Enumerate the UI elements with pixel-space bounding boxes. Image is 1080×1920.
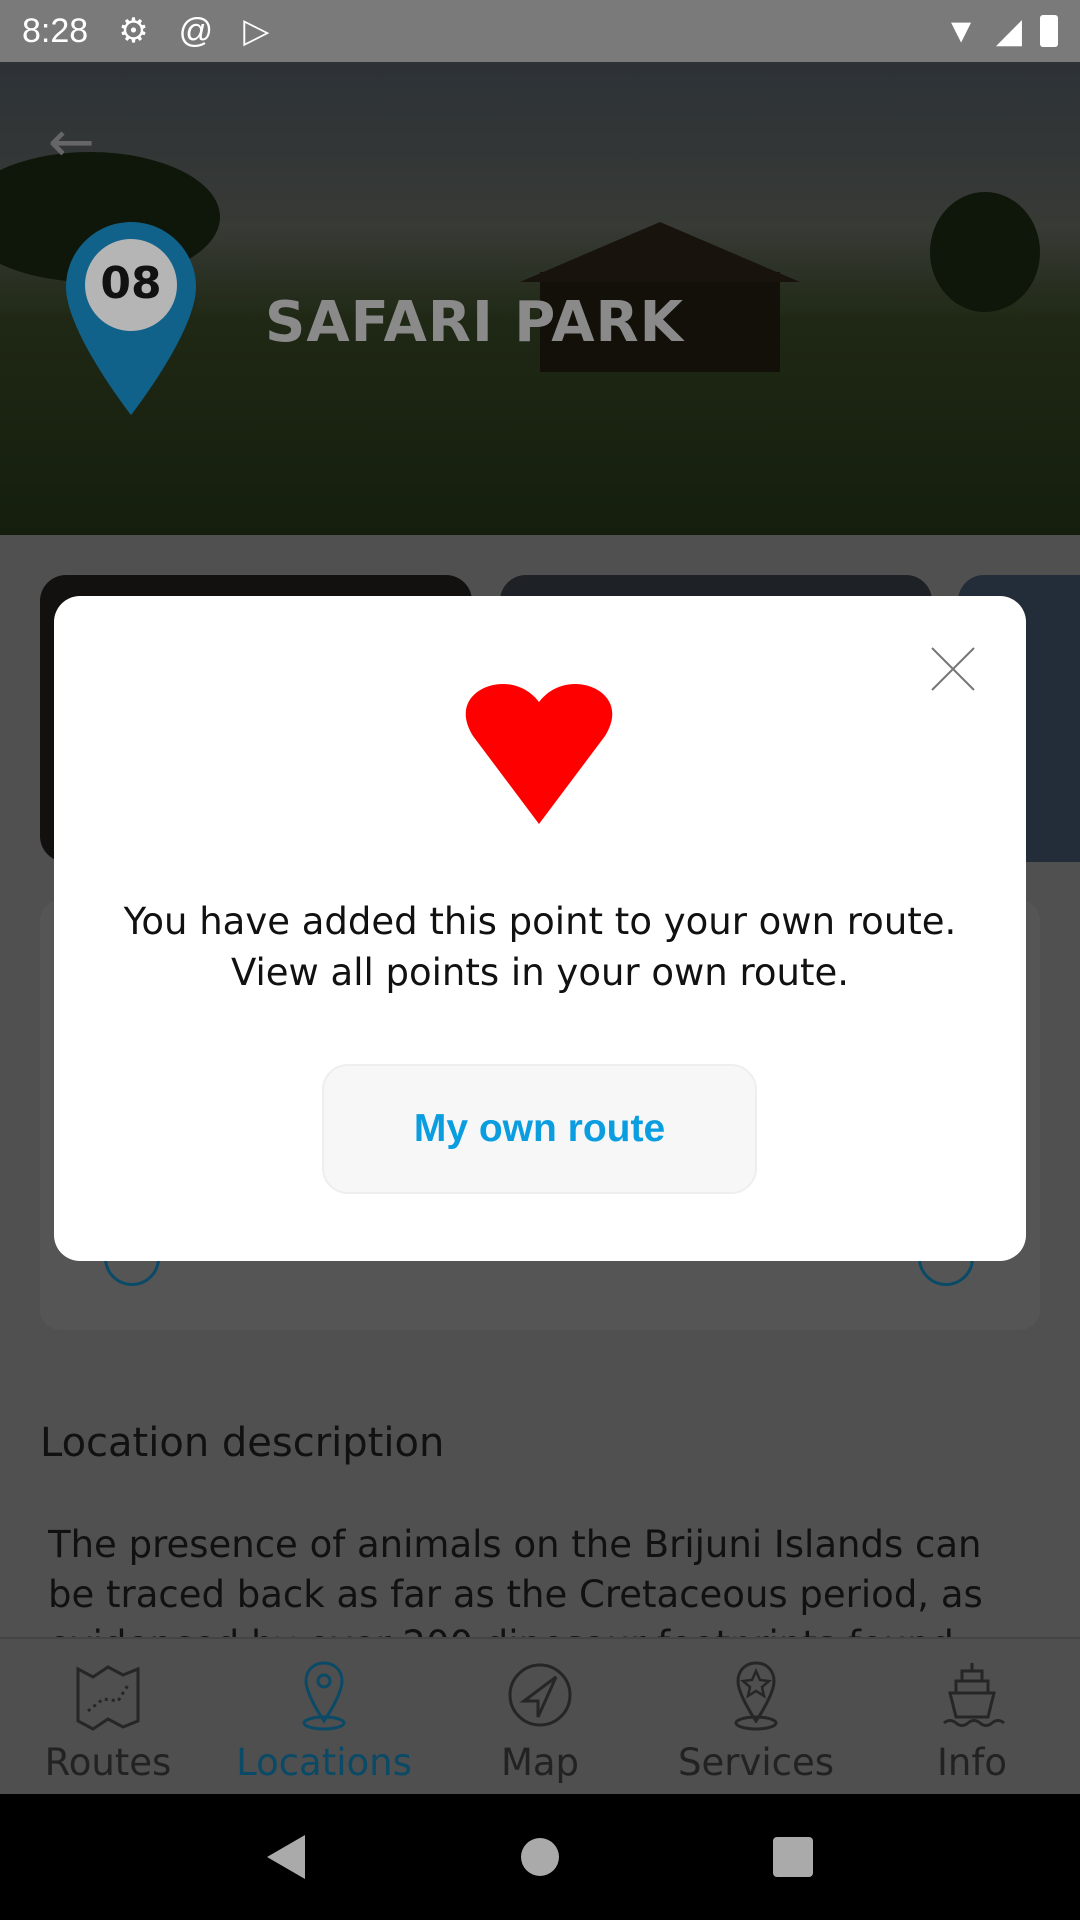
location-pin-icon [302,1661,346,1731]
bottom-nav: Routes Locations Map Services Info [0,1637,1080,1794]
nav-map[interactable]: Map [432,1639,648,1794]
compass-navigation-icon [508,1663,572,1727]
nav-routes[interactable]: Routes [0,1639,216,1794]
location-description: The presence of animals on the Brijuni I… [48,1523,983,1637]
my-own-route-button[interactable]: My own route [322,1064,757,1194]
page-title: SAFARI PARK [265,290,685,355]
ship-icon [943,1663,1005,1727]
star-pin-icon [734,1661,778,1731]
recents-nav-icon[interactable] [773,1837,814,1877]
wifi-icon: ▼ [944,11,978,50]
nav-services[interactable]: Services [648,1639,864,1794]
dialog-message: You have added this point to your own ro… [123,900,957,994]
home-nav-icon[interactable] [520,1837,560,1877]
point-number: 08 [100,258,162,309]
battery-icon [1040,15,1058,47]
heart-icon [465,684,613,824]
back-nav-icon[interactable] [266,1835,307,1879]
nav-locations[interactable]: Locations [216,1639,432,1794]
status-time: 8:28 [22,11,89,50]
nav-info[interactable]: Info [864,1639,1080,1794]
close-icon[interactable] [930,646,976,692]
route-added-dialog: You have added this point to your own ro… [54,596,1026,1261]
signal-icon: ◢ [995,12,1022,50]
back-arrow-icon[interactable]: ← [48,110,95,175]
system-nav-bar [0,1794,1080,1920]
at-sign-icon: @ [178,11,214,50]
gear-icon: ⚙ [118,12,149,50]
location-pin-badge [66,222,196,415]
map-routes-icon [76,1665,140,1731]
section-title: Location description [40,1420,445,1466]
status-bar: 8:28 ⚙ @ ▷ ▼ ◢ [0,0,1080,62]
play-store-icon: ▷ [243,12,270,50]
